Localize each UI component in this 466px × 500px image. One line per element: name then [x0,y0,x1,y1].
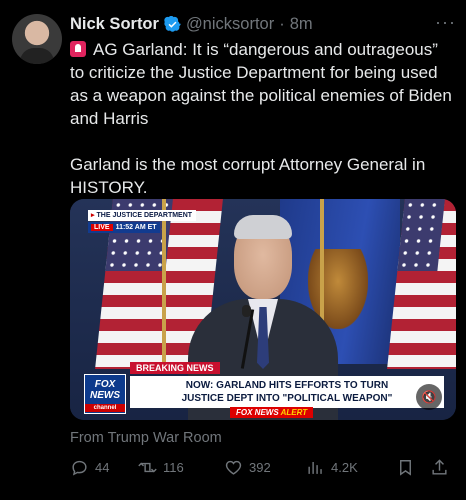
verified-badge-icon [164,15,181,32]
chyron-time: 11:52 AM ET [115,224,157,231]
alert-prefix: FOX NEWS [236,408,279,417]
reply-button[interactable]: 44 [70,458,138,477]
repost-count: 116 [163,459,184,475]
headline-box: NOW: GARLAND HITS EFFORTS TO TURN JUSTIC… [130,376,444,408]
chyron-top-title: THE JUSTICE DEPARTMENT [88,210,196,221]
reply-icon [72,460,87,476]
video-player[interactable]: THE JUSTICE DEPARTMENT LIVE11:52 AM ET F… [70,199,456,420]
chyron-top: THE JUSTICE DEPARTMENT LIVE11:52 AM ET [88,210,196,233]
lower-third: FOX NEWS channel BREAKING NEWS NOW: GARL… [70,362,456,420]
bookmark-button[interactable] [396,458,430,477]
headline-line1: NOW: GARLAND HITS EFFORTS TO TURN [185,380,389,391]
logo-line3: channel [85,404,125,412]
repost-button[interactable]: 116 [138,458,224,477]
fox-news-logo: FOX NEWS channel [84,374,126,414]
alert-suffix: ALERT [280,408,308,417]
share-icon [432,458,447,475]
view-count: 4.2K [331,459,358,475]
video-source[interactable]: From Trump War Room [70,430,222,446]
siren-icon [70,41,86,57]
tweet-actions: 44 116 392 4.2K [70,455,456,479]
logo-line2: NEWS [90,390,120,401]
share-button[interactable] [430,458,449,477]
views-icon [308,461,322,474]
speaker-hair [234,215,292,239]
separator-dot: · [279,14,285,33]
repost-icon [138,462,157,472]
headline-line2: JUSTICE DEPT INTO "POLITICAL WEAPON" [181,393,393,404]
views-button[interactable]: 4.2K [306,458,396,477]
microphone-head [242,305,251,317]
chyron-live-row: LIVE 11:52 AM ET [88,222,160,233]
tweet-time[interactable]: 8m [290,15,313,34]
logo-line1: FOX [94,379,116,390]
bookmark-icon [400,459,411,476]
like-count: 392 [249,459,271,475]
live-badge: LIVE [91,224,113,231]
like-button[interactable]: 392 [224,458,306,477]
tweet-header: Nick Sortor @nicksortor · 8m [70,12,452,36]
tweet-body: AG Garland: It is “dangerous and outrage… [70,40,452,197]
author-avatar[interactable] [12,14,62,64]
breaking-news-label: BREAKING NEWS [130,362,220,374]
mute-icon[interactable]: 🔇 [416,384,442,410]
more-options-icon[interactable]: ··· [435,12,456,33]
tweet-text: AG Garland: It is “dangerous and outrage… [70,38,454,199]
heart-icon [225,460,242,475]
author-handle[interactable]: @nicksortor [186,15,274,34]
author-name[interactable]: Nick Sortor [70,15,159,34]
avatar-shirt [20,48,54,64]
reply-count: 44 [95,459,110,475]
fox-news-alert: FOX NEWS ALERT [230,407,314,418]
